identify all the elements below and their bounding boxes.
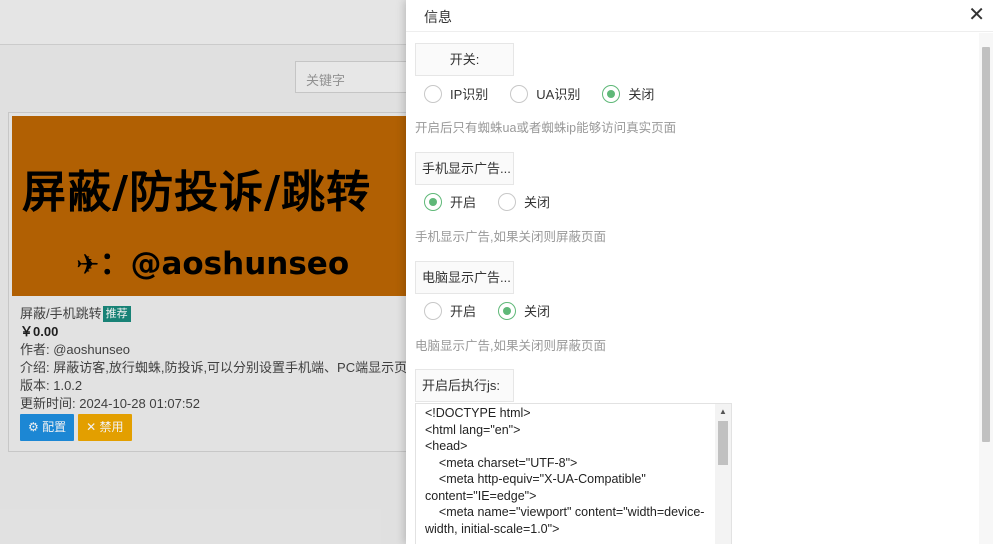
js-code[interactable]: <!DOCTYPE html> <html lang="en"> <head> … xyxy=(425,405,715,537)
dialog-scroll-thumb[interactable] xyxy=(982,47,990,442)
switch-hint: 开启后只有蜘蛛ua或者蜘蛛ip能够访问真实页面 xyxy=(415,121,677,135)
radio-ip[interactable]: IP识别 xyxy=(424,84,488,103)
pc-ads-hint: 电脑显示广告,如果关闭则屏蔽页面 xyxy=(415,339,606,353)
radio-circle xyxy=(424,301,442,320)
radio-off[interactable]: 关闭 xyxy=(602,84,654,103)
dialog-scrollbar[interactable] xyxy=(979,33,993,544)
radio-circle-selected xyxy=(498,301,517,320)
info-dialog: 信息 ✕ 开关: IP识别 UA识别 关闭 开启后只有蜘蛛ua或者蜘蛛ip能够访问真… xyxy=(406,0,993,544)
switch-label: 开关: xyxy=(415,43,514,76)
mobile-ads-radio-group: 开启 关闭 xyxy=(424,192,572,214)
radio-label: 开启 xyxy=(450,195,477,210)
radio-circle xyxy=(424,84,442,103)
radio-label: IP识别 xyxy=(450,87,489,102)
dialog-title: 信息 xyxy=(424,9,452,25)
radio-circle xyxy=(498,192,517,211)
radio-label: 关闭 xyxy=(628,87,655,102)
dialog-body: 开关: IP识别 UA识别 关闭 开启后只有蜘蛛ua或者蜘蛛ip能够访问真实页面 手… xyxy=(406,33,979,544)
dialog-header: 信息 ✕ xyxy=(406,0,993,32)
radio-pc-off[interactable]: 关闭 xyxy=(498,301,550,320)
code-scrollbar[interactable]: ▲ xyxy=(715,404,731,544)
radio-pc-on[interactable]: 开启 xyxy=(424,301,476,320)
mobile-ads-label: 手机显示广告... xyxy=(415,152,514,185)
radio-circle-selected xyxy=(424,192,442,211)
pc-ads-label: 电脑显示广告... xyxy=(415,261,514,294)
radio-circle xyxy=(510,84,529,103)
radio-ua[interactable]: UA识别 xyxy=(510,84,580,103)
radio-label: UA识别 xyxy=(536,87,581,102)
radio-mobile-on[interactable]: 开启 xyxy=(424,192,476,211)
radio-label: 开启 xyxy=(450,304,477,319)
close-icon[interactable]: ✕ xyxy=(968,4,985,26)
radio-label: 关闭 xyxy=(524,304,551,319)
mobile-ads-hint: 手机显示广告,如果关闭则屏蔽页面 xyxy=(415,230,606,244)
js-code-textarea[interactable]: <!DOCTYPE html> <html lang="en"> <head> … xyxy=(415,403,732,544)
code-scroll-thumb[interactable] xyxy=(718,421,728,465)
js-label: 开启后执行js: xyxy=(415,369,514,402)
radio-circle-selected xyxy=(602,84,621,103)
switch-radio-group: IP识别 UA识别 关闭 xyxy=(424,84,676,106)
scroll-up-icon[interactable]: ▲ xyxy=(719,407,727,416)
radio-label: 关闭 xyxy=(524,195,551,210)
pc-ads-radio-group: 开启 关闭 xyxy=(424,301,572,323)
radio-mobile-off[interactable]: 关闭 xyxy=(498,192,550,211)
